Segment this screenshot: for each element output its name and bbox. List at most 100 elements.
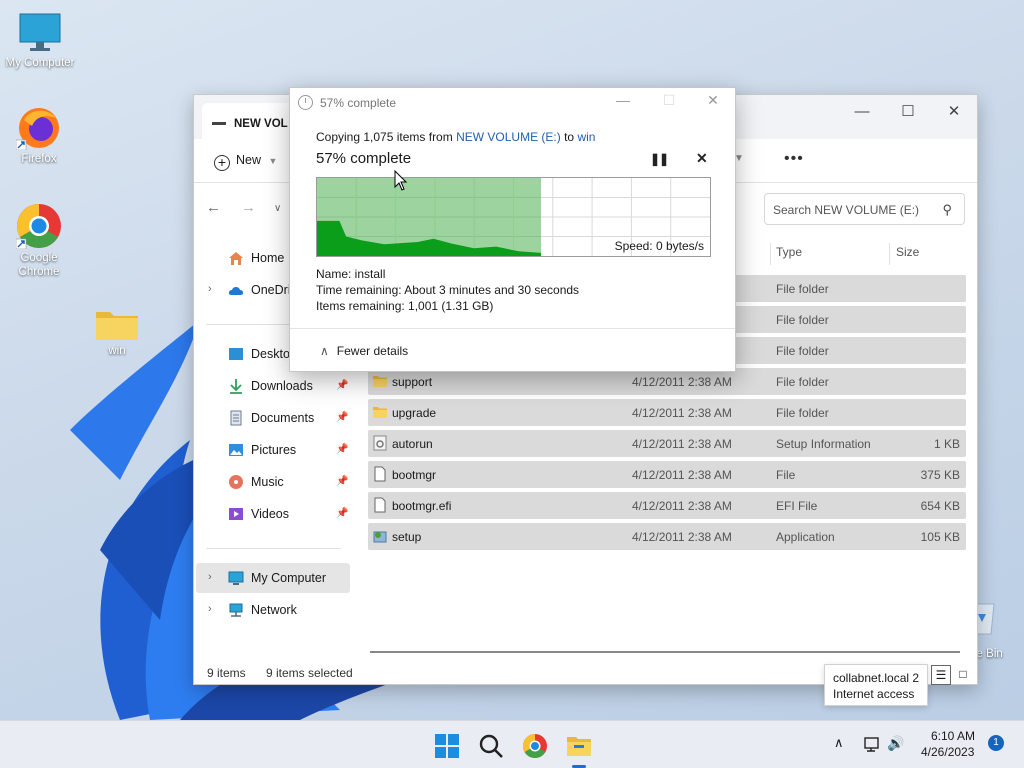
back-arrow-icon[interactable]: ← [206, 199, 221, 216]
file-type: File [776, 468, 796, 482]
file-type: Setup Information [776, 437, 871, 451]
expand-chevron-icon[interactable]: › [208, 571, 212, 583]
download-icon [230, 379, 242, 394]
more-options-icon[interactable]: ••• [784, 150, 804, 168]
network-tooltip: collabnet.local 2 Internet access [824, 664, 928, 706]
column-separator [770, 243, 771, 265]
sidebar-item-documents[interactable]: Documents 📌 [196, 403, 350, 433]
computer-icon [228, 571, 244, 585]
dialog-divider [290, 328, 735, 329]
progress-percent: 57% complete [316, 150, 412, 167]
file-row[interactable]: bootmgr 4/12/2011 2:38 AM File 375 KB [368, 461, 966, 488]
pause-button[interactable]: ❚❚ [650, 152, 669, 166]
start-windows-icon[interactable] [434, 733, 460, 759]
new-button[interactable]: + New ▼ [214, 153, 277, 171]
setup-app-icon [373, 531, 387, 543]
file-row[interactable]: upgrade 4/12/2011 2:38 AM File folder [368, 399, 966, 426]
desktop-icon-firefox[interactable]: Firefox [0, 106, 79, 166]
destination-link[interactable]: win [577, 130, 595, 144]
tooltip-network-status: Internet access [833, 687, 915, 701]
sidebar-item-network[interactable]: › Network [196, 595, 350, 625]
file-name: bootmgr.efi [392, 499, 452, 513]
dialog-minimize-button[interactable]: — [608, 92, 638, 108]
dialog-title: 57% complete [320, 96, 397, 110]
file-size: 654 KB [920, 499, 960, 513]
file-icon [374, 466, 386, 482]
folder-icon [373, 407, 387, 418]
search-icon[interactable] [478, 733, 504, 759]
file-size: 105 KB [920, 530, 960, 544]
file-date: 4/12/2011 2:38 AM [632, 499, 732, 513]
copy-summary: Copying 1,075 items from NEW VOLUME (E:)… [316, 130, 595, 144]
file-row[interactable]: bootmgr.efi 4/12/2011 2:38 AM EFI File 6… [368, 492, 966, 519]
clock-time[interactable]: 6:10 AM [931, 729, 975, 743]
expand-chevron-icon[interactable]: › [208, 283, 212, 295]
volume-icon[interactable]: 🔊 [887, 735, 904, 752]
desktop-icon-label: My Computer [5, 57, 75, 69]
file-size: 375 KB [920, 468, 960, 482]
clock-date[interactable]: 4/26/2023 [921, 745, 974, 759]
sidebar-item-music[interactable]: Music 📌 [196, 467, 350, 497]
sidebar-item-videos[interactable]: Videos 📌 [196, 499, 350, 529]
column-header-size[interactable]: Size [896, 245, 919, 259]
file-explorer-taskbar-icon[interactable] [566, 733, 592, 759]
close-window-button[interactable]: ✕ [931, 99, 977, 125]
search-placeholder: Search NEW VOLUME (E:) [773, 203, 920, 217]
status-item-count: 9 items [207, 666, 246, 680]
notification-badge[interactable]: 1 [988, 735, 1004, 751]
transfer-speed-graph: Speed: 0 bytes/s [316, 177, 711, 257]
sidebar-item-downloads[interactable]: Downloads 📌 [196, 371, 350, 401]
picture-icon [229, 444, 243, 456]
sidebar-label: Videos [251, 507, 289, 521]
desktop-icon-label: le Bin [974, 648, 1003, 660]
source-link[interactable]: NEW VOLUME (E:) [456, 130, 561, 144]
expand-chevron-icon[interactable]: › [208, 603, 212, 615]
pin-icon: 📌 [336, 508, 349, 519]
desktop-icon-my-computer[interactable]: My Computer [0, 12, 80, 70]
chevron-up-icon: ∧ [320, 344, 329, 358]
file-type: File folder [776, 282, 829, 296]
status-selected-count: 9 items selected [266, 666, 353, 680]
file-icon [374, 497, 386, 513]
file-row[interactable]: support 4/12/2011 2:38 AM File folder [368, 368, 966, 395]
file-name: upgrade [392, 406, 437, 420]
file-row[interactable]: setup 4/12/2011 2:38 AM Application 105 … [368, 523, 966, 550]
fewer-details-button[interactable]: ∧ Fewer details [320, 344, 408, 358]
desktop-icon-label: win [108, 345, 126, 357]
column-separator [889, 243, 890, 265]
minimize-button[interactable]: — [839, 99, 885, 125]
cloud-icon [228, 287, 244, 295]
column-header-type[interactable]: Type [776, 245, 802, 259]
sidebar-label: Downloads [251, 379, 313, 393]
file-size: 1 KB [933, 437, 960, 451]
sidebar-item-pictures[interactable]: Pictures 📌 [196, 435, 350, 465]
file-name: setup [392, 530, 422, 544]
desktop-icon-chrome[interactable]: Google Chrome [0, 203, 79, 279]
file-name: autorun [392, 437, 433, 451]
settings-file-icon [373, 435, 387, 451]
plus-icon: + [214, 155, 230, 171]
maximize-button[interactable]: ☐ [885, 99, 931, 125]
forward-arrow-icon[interactable]: → [241, 199, 256, 216]
chevron-down-icon: ▼ [268, 156, 278, 166]
desktop-icon-win-folder[interactable]: win [77, 306, 157, 358]
recent-chevron-icon[interactable]: ∨ [274, 203, 281, 214]
dialog-close-button[interactable]: ✕ [698, 92, 728, 109]
network-icon[interactable] [864, 737, 882, 753]
cancel-copy-button[interactable]: ✕ [696, 150, 708, 167]
chrome-taskbar-icon[interactable] [522, 733, 548, 759]
search-input[interactable]: Search NEW VOLUME (E:) ⚲ [764, 193, 965, 225]
horizontal-scrollbar[interactable] [370, 651, 960, 653]
file-date: 4/12/2011 2:38 AM [632, 375, 732, 389]
file-row[interactable]: autorun 4/12/2011 2:38 AM Setup Informat… [368, 430, 966, 457]
folder-icon [96, 312, 138, 340]
sidebar-label: Home [251, 251, 285, 265]
details-view-button[interactable]: ☰ [931, 665, 951, 685]
network-icon [229, 603, 243, 617]
show-hidden-icons-chevron-icon[interactable]: ∧ [834, 735, 844, 751]
copy-progress-dialog: 57% complete — ☐ ✕ Copying 1,075 items f… [289, 87, 736, 372]
dialog-maximize-button[interactable]: ☐ [654, 92, 684, 109]
tiles-view-button[interactable]: □ [953, 665, 973, 685]
sidebar-item-my-computer[interactable]: › My Computer [196, 563, 350, 593]
copy-prefix: Copying 1,075 items from [316, 130, 453, 144]
